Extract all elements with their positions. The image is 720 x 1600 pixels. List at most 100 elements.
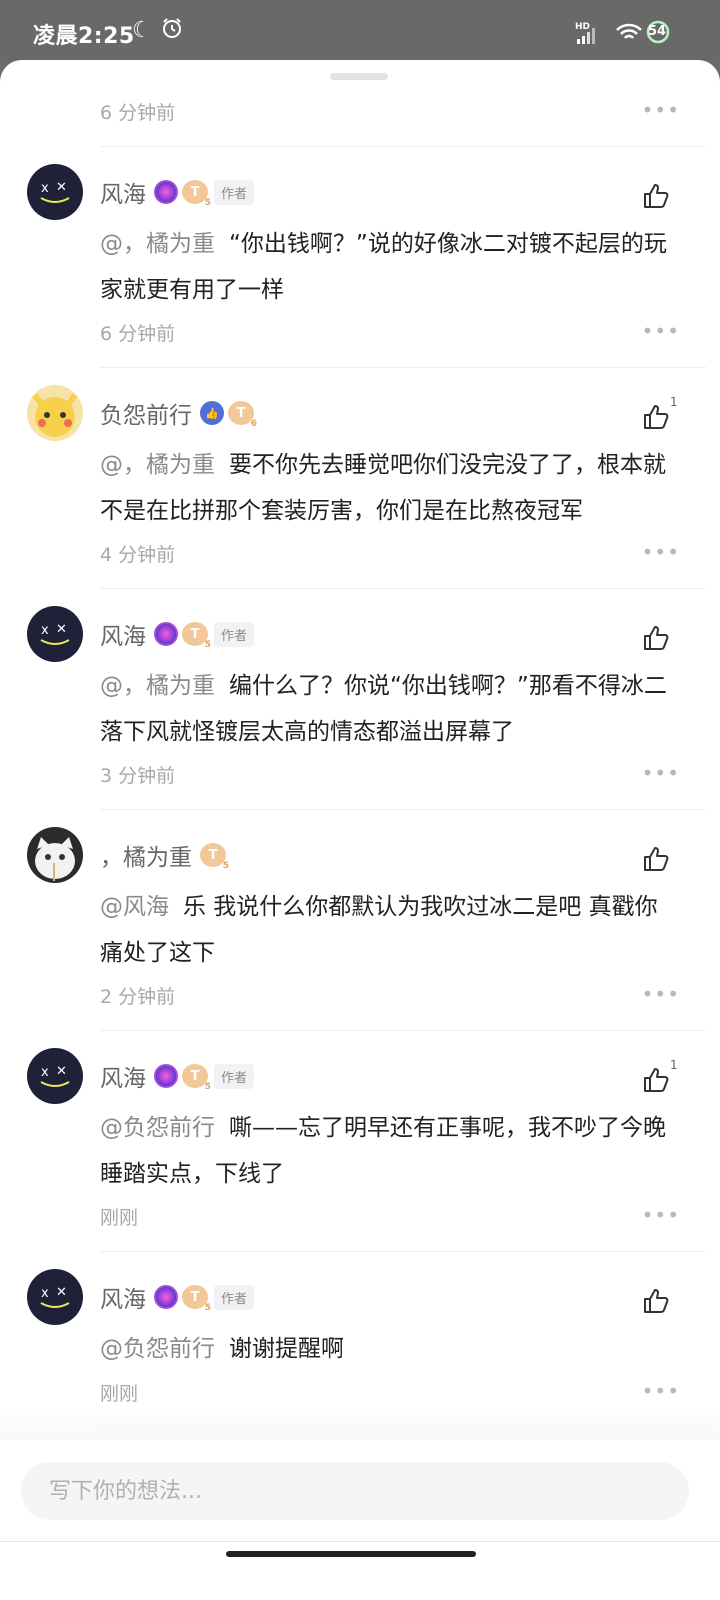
mention-link[interactable]: @，橘为重	[100, 452, 215, 478]
svg-text:✕: ✕	[56, 622, 67, 637]
username[interactable]: 负怨前行	[100, 396, 192, 430]
comment-body: @负怨前行 嘶——忘了明早还有正事呢，我不吵了今晚睡踏实点，下线了	[100, 1105, 680, 1197]
divider	[100, 1030, 706, 1031]
more-dots-icon[interactable]: •••	[642, 319, 680, 343]
like-count: 1	[670, 1058, 678, 1072]
comment-item: x ✕ 风海 T5 作者 @，橘为重 “你出钱啊？”说的好像冰二对镀不起层的玩家就…	[0, 164, 720, 364]
avatar-face-icon: x ✕	[40, 1064, 70, 1087]
comment-item: 负怨前行 👍 T6 1 @，橘为重 要不你先去睡觉吧你们没完没了了，根本就不是在比…	[0, 385, 720, 585]
svg-text:✕: ✕	[56, 1064, 67, 1079]
comment-time: 6 分钟前	[100, 102, 176, 124]
level-badge-icon: T5	[182, 1285, 211, 1313]
divider	[0, 1541, 720, 1542]
more-dots-icon[interactable]: •••	[642, 98, 680, 122]
mention-link[interactable]: @，橘为重	[100, 673, 215, 699]
avatar-frame-badge-icon	[154, 1064, 178, 1088]
comment-item: x ✕ 风海 T5 作者 @负怨前行 谢谢提醒啊 刚刚 •••	[0, 1269, 720, 1429]
username[interactable]: 风海	[100, 1280, 146, 1314]
divider	[100, 809, 706, 810]
comment-time: 刚刚	[100, 1383, 139, 1405]
pikachu-avatar-icon	[32, 393, 78, 437]
mention-link[interactable]: @负怨前行	[100, 1115, 215, 1141]
thumbs-up-icon[interactable]	[642, 624, 670, 652]
comment-body: @，橘为重 编什么了？你说“你出钱啊？”那看不得冰二落下风就怪镀层太高的情态都溢出…	[100, 663, 680, 755]
divider	[100, 1251, 706, 1252]
comment-text: 谢谢提醒啊	[229, 1336, 344, 1362]
author-tag: 作者	[214, 1063, 255, 1089]
drag-handle[interactable]	[330, 73, 388, 80]
comment-time: 2 分钟前	[100, 986, 176, 1008]
level-badge-icon: T5	[200, 843, 229, 871]
thumbs-up-icon[interactable]	[642, 403, 670, 431]
username[interactable]: ，橘为重	[100, 838, 192, 872]
thumbs-up-icon[interactable]	[642, 845, 670, 873]
comment-meta: 刚刚 •••	[100, 1203, 680, 1233]
thumbs-up-icon[interactable]	[642, 1066, 670, 1094]
level-badge-icon: T5	[182, 1064, 211, 1092]
comment-meta: 6 分钟前 •••	[100, 319, 680, 349]
avatar-face-icon: x ✕	[40, 180, 70, 203]
comment-meta: 刚刚 •••	[100, 1379, 680, 1409]
more-dots-icon[interactable]: •••	[642, 1379, 680, 1403]
user-row: ，橘为重 T5	[100, 839, 232, 871]
avatar[interactable]: x ✕	[27, 1269, 83, 1325]
author-tag: 作者	[214, 179, 255, 205]
comment-meta: 3 分钟前 •••	[100, 761, 680, 791]
svg-text:x: x	[41, 181, 49, 196]
user-row: 风海 T5 作者	[100, 1280, 255, 1314]
more-dots-icon[interactable]: •••	[642, 1203, 680, 1227]
username[interactable]: 风海	[100, 175, 146, 209]
thumbs-up-icon[interactable]	[642, 1287, 670, 1315]
comment-item: x ✕ 风海 T5 作者 1 @负怨前行 嘶——忘了明早还有正事呢，我不吵了今晚睡…	[0, 1048, 720, 1248]
comment-input[interactable]	[21, 1462, 689, 1520]
username[interactable]: 风海	[100, 617, 146, 651]
wifi-icon	[616, 23, 642, 39]
status-bar: 凌晨2:25 ☾ HD 54	[0, 0, 720, 62]
username[interactable]: 风海	[100, 1059, 146, 1093]
comment-time: 3 分钟前	[100, 765, 176, 787]
level-badge-icon: T6	[228, 401, 257, 429]
user-row: 负怨前行 👍 T6	[100, 397, 260, 429]
comment-item: x ✕ 风海 T5 作者 @，橘为重 编什么了？你说“你出钱啊？”那看不得冰二落下…	[0, 606, 720, 806]
avatar[interactable]: x ✕	[27, 164, 83, 220]
comment-body: @，橘为重 要不你先去睡觉吧你们没完没了了，根本就不是在比拼那个套装厉害，你们是在…	[100, 442, 680, 534]
divider	[100, 367, 706, 368]
avatar[interactable]	[27, 385, 83, 441]
divider	[100, 588, 706, 589]
more-dots-icon[interactable]: •••	[642, 982, 680, 1006]
thumbs-up-icon[interactable]	[642, 182, 670, 210]
comment-text: 乐 我说什么你都默认为我吹过冰二是吧 真戳你痛处了这下	[100, 894, 658, 966]
comment-time: 6 分钟前	[100, 323, 176, 345]
avatar-frame-badge-icon	[154, 1285, 178, 1309]
comment-meta: 6 分钟前 •••	[100, 98, 680, 128]
svg-text:x: x	[41, 1286, 49, 1301]
avatar[interactable]: x ✕	[27, 606, 83, 662]
comment-meta: 4 分钟前 •••	[100, 540, 680, 570]
home-indicator[interactable]	[226, 1551, 476, 1557]
mention-link[interactable]: @负怨前行	[100, 1336, 215, 1362]
moon-icon: ☾	[132, 18, 152, 43]
avatar[interactable]	[27, 827, 83, 883]
author-tag: 作者	[214, 1284, 255, 1310]
divider	[100, 146, 706, 147]
user-row: 风海 T5 作者	[100, 617, 255, 651]
user-row: 风海 T5 作者	[100, 175, 255, 209]
mention-link[interactable]: @风海	[100, 894, 169, 920]
comment-item: ，橘为重 T5 @风海乐 我说什么你都默认为我吹过冰二是吧 真戳你痛处了这下 2…	[0, 827, 720, 1027]
scroll-fade	[0, 1410, 720, 1440]
comment-time: 4 分钟前	[100, 544, 176, 566]
comment-time: 刚刚	[100, 1207, 139, 1229]
mention-link[interactable]: @，橘为重	[100, 231, 215, 257]
cat-avatar-icon	[27, 827, 83, 883]
svg-text:✕: ✕	[56, 1285, 67, 1300]
signal-icon	[577, 28, 595, 44]
status-time: 凌晨2:25	[33, 24, 135, 49]
svg-text:x: x	[41, 1065, 49, 1080]
alarm-icon	[163, 18, 181, 38]
more-dots-icon[interactable]: •••	[642, 761, 680, 785]
more-dots-icon[interactable]: •••	[642, 540, 680, 564]
avatar-face-icon: x ✕	[40, 1285, 70, 1308]
avatar[interactable]: x ✕	[27, 1048, 83, 1104]
level-badge-icon: T5	[182, 622, 211, 650]
avatar-face-icon: x ✕	[40, 622, 70, 645]
